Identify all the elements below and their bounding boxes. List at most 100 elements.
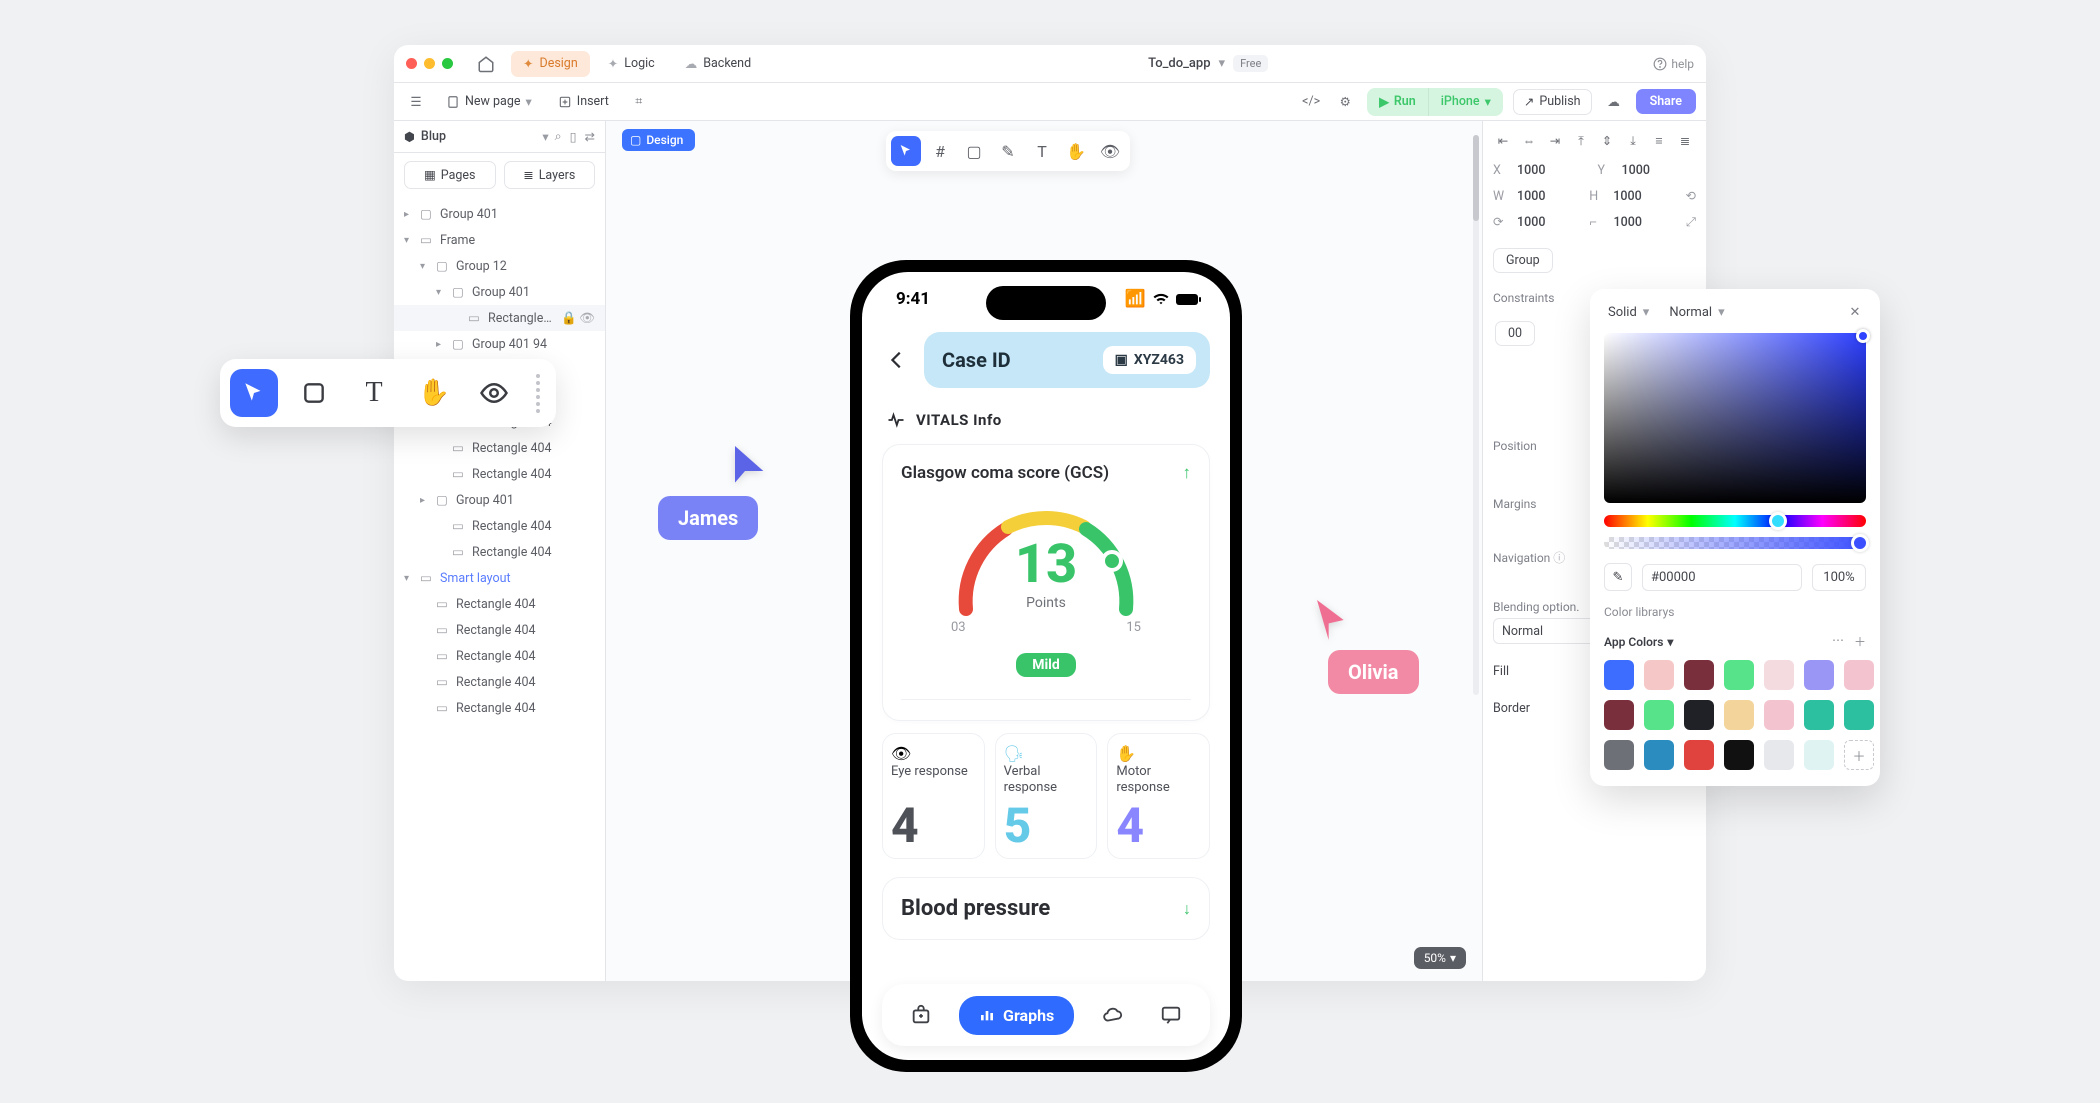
distribute-h-icon[interactable]: ≡ xyxy=(1649,131,1669,151)
canvas-scrollbar[interactable] xyxy=(1473,135,1479,695)
color-swatch[interactable] xyxy=(1764,700,1794,730)
new-page-button[interactable]: New page▾ xyxy=(438,90,540,114)
layer-row[interactable]: ▭Rectangle 404 xyxy=(394,669,605,695)
color-swatch[interactable] xyxy=(1604,700,1634,730)
prop-rotation[interactable]: 1000 xyxy=(1517,215,1545,230)
gcs-card[interactable]: Glasgow coma score (GCS) ↑ 13 Points 03 … xyxy=(882,444,1210,721)
device-select[interactable]: iPhone ▾ xyxy=(1428,88,1503,116)
layer-row[interactable]: ▭Rectangle 404 xyxy=(394,643,605,669)
share-button[interactable]: Share xyxy=(1636,89,1696,114)
nav-cloud-button[interactable] xyxy=(1091,994,1133,1036)
preview-tool-large[interactable] xyxy=(470,369,518,417)
run-button[interactable]: ▶ Run xyxy=(1367,88,1428,116)
alpha-slider[interactable] xyxy=(1604,537,1866,549)
nav-case-button[interactable] xyxy=(900,994,942,1036)
align-top-icon[interactable]: ⤒ xyxy=(1571,131,1591,151)
scrollbar-thumb[interactable] xyxy=(1473,135,1479,221)
tab-backend[interactable]: ☁Backend xyxy=(673,51,763,77)
blend-select[interactable]: Normal ▾ xyxy=(1665,302,1728,323)
color-swatch[interactable] xyxy=(1804,660,1834,690)
color-swatch[interactable] xyxy=(1764,660,1794,690)
drag-handle[interactable] xyxy=(530,369,546,417)
sv-knob[interactable] xyxy=(1856,329,1870,343)
hue-knob[interactable] xyxy=(1769,512,1787,530)
layer-row[interactable]: ▾▭Frame xyxy=(394,227,605,253)
layer-row[interactable]: ▾▭Smart layout xyxy=(394,565,605,591)
tab-design[interactable]: ✦Design xyxy=(511,51,590,77)
layer-row[interactable]: ▾▢Group 401 xyxy=(394,279,605,305)
search-icon[interactable]: ⌕ xyxy=(555,129,562,145)
group-indicator[interactable]: Group xyxy=(1493,248,1553,273)
link-dims-icon[interactable]: ⟲ xyxy=(1686,188,1696,204)
hand-tool[interactable]: ✋ xyxy=(1061,136,1091,166)
expand-radius-icon[interactable]: ⤢ xyxy=(1686,215,1696,230)
color-swatch[interactable] xyxy=(1724,660,1754,690)
pen-tool[interactable]: ✎ xyxy=(993,136,1023,166)
color-swatch[interactable] xyxy=(1844,660,1874,690)
layer-row[interactable]: ▭Rectangle 404 xyxy=(394,591,605,617)
hand-tool-large[interactable]: ✋ xyxy=(410,369,458,417)
color-swatch[interactable] xyxy=(1724,700,1754,730)
color-swatch[interactable] xyxy=(1684,660,1714,690)
maximize-window-button[interactable] xyxy=(442,58,453,69)
nav-chat-button[interactable] xyxy=(1150,994,1192,1036)
back-button[interactable] xyxy=(882,349,912,371)
prop-radius[interactable]: 1000 xyxy=(1614,215,1642,230)
select-tool-large[interactable] xyxy=(230,369,278,417)
fill-type-select[interactable]: Solid ▾ xyxy=(1604,302,1653,323)
menu-button[interactable]: ☰ xyxy=(404,90,428,114)
add-swatch-button[interactable]: ＋ xyxy=(1844,740,1874,770)
blood-pressure-card[interactable]: Blood pressure ↓ xyxy=(882,877,1210,940)
home-button[interactable] xyxy=(475,53,497,75)
settings-icon[interactable]: ⚙ xyxy=(1333,90,1357,114)
layer-row[interactable]: ▭Rectangle 404 xyxy=(394,435,605,461)
close-icon[interactable]: ✕ xyxy=(1844,301,1866,323)
align-left-icon[interactable]: ⇤ xyxy=(1493,131,1513,151)
layer-row[interactable]: ▭Rectangle 404 xyxy=(394,513,605,539)
workspace-name[interactable]: Blup xyxy=(421,129,536,144)
eyedropper-button[interactable]: ✎ xyxy=(1604,563,1632,591)
preview-tool[interactable]: 👁 xyxy=(1095,136,1125,166)
alpha-knob[interactable] xyxy=(1851,534,1869,552)
component-button[interactable]: ⌗ xyxy=(627,90,651,114)
more-icon[interactable]: ⋯ xyxy=(1832,633,1844,650)
opacity-input[interactable]: 100% xyxy=(1812,564,1866,591)
select-tool[interactable] xyxy=(891,136,921,166)
swap-icon[interactable]: ⇄ xyxy=(585,129,595,145)
layer-row[interactable]: ▭Rectangle 404 xyxy=(394,461,605,487)
constraint-value[interactable]: 00 xyxy=(1495,321,1535,346)
publish-button[interactable]: ↗Publish xyxy=(1513,89,1592,115)
layer-row[interactable]: ▸▢Group 401 xyxy=(394,487,605,513)
color-swatch[interactable] xyxy=(1644,660,1674,690)
color-swatch[interactable] xyxy=(1604,660,1634,690)
nav-graphs-button[interactable]: Graphs xyxy=(959,996,1074,1035)
help-button[interactable]: help xyxy=(1653,57,1694,71)
align-vcenter-icon[interactable]: ⇕ xyxy=(1597,131,1617,151)
prop-y[interactable]: 1000 xyxy=(1622,163,1650,178)
saturation-value-area[interactable] xyxy=(1604,333,1866,503)
code-button[interactable]: </> xyxy=(1299,90,1323,114)
cloud-sync-icon[interactable]: ☁ xyxy=(1602,90,1626,114)
hex-input[interactable]: #00000 xyxy=(1642,564,1802,591)
layer-row[interactable]: ▾▢Group 12 xyxy=(394,253,605,279)
design-chip[interactable]: ▢Design xyxy=(622,129,695,151)
insert-button[interactable]: Insert xyxy=(550,90,617,113)
tab-pages[interactable]: ▦ Pages xyxy=(404,161,496,189)
hue-slider[interactable] xyxy=(1604,515,1866,527)
visibility-icon[interactable]: 👁 xyxy=(579,311,595,326)
text-tool[interactable]: T xyxy=(1027,136,1057,166)
prop-x[interactable]: 1000 xyxy=(1517,163,1545,178)
motor-response-card[interactable]: ✋ Motor response 4 xyxy=(1107,733,1210,859)
chevron-down-icon[interactable]: ▾ xyxy=(1219,56,1226,71)
layer-row[interactable]: ▭Rectangle…🔒👁 xyxy=(394,305,605,331)
bookmark-icon[interactable]: ▯ xyxy=(570,129,577,145)
frame-tool[interactable]: # xyxy=(925,136,955,166)
color-swatch[interactable] xyxy=(1764,740,1794,770)
prop-w[interactable]: 1000 xyxy=(1517,189,1545,204)
tab-logic[interactable]: ✦Logic xyxy=(596,51,667,77)
info-icon[interactable]: ⓘ xyxy=(1553,551,1565,565)
color-swatch[interactable] xyxy=(1684,740,1714,770)
color-swatch[interactable] xyxy=(1804,700,1834,730)
layer-row[interactable]: ▭Rectangle 404 xyxy=(394,617,605,643)
verbal-response-card[interactable]: 🗣 Verbal response 5 xyxy=(995,733,1098,859)
